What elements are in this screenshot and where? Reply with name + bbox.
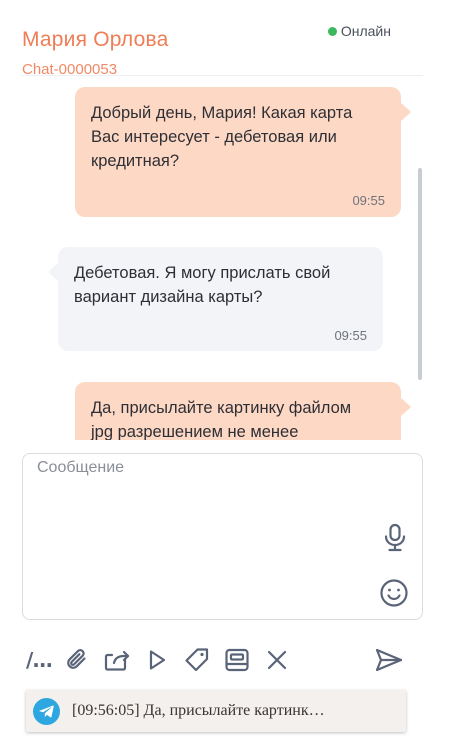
play-icon (149, 650, 166, 670)
play-button[interactable] (142, 644, 172, 676)
bubble-tail (48, 263, 58, 281)
paperclip-icon (67, 649, 86, 669)
message-time: 09:55 (352, 193, 385, 208)
mic-button[interactable] (382, 523, 408, 553)
message-text-line: Дебетовая. Я могу прислать свой (74, 264, 331, 282)
bubble-tail (401, 398, 411, 416)
emoji-icon (380, 579, 408, 607)
mic-icon (384, 523, 406, 552)
commands-button[interactable]: /... (24, 644, 54, 676)
message-list-scrollbar[interactable] (418, 168, 422, 380)
chat-header: Мария Орлова Chat-0000053 Онлайн (0, 0, 467, 78)
close-chat-button[interactable] (262, 644, 292, 676)
message-list[interactable]: Добрый день, Мария! Какая карта Вас инте… (0, 78, 467, 440)
telegram-notification[interactable]: [09:56:05] Да, присылайте картинк… (26, 690, 406, 732)
message-time: 09:55 (334, 328, 367, 343)
message-composer (22, 453, 423, 620)
online-dot-icon (327, 26, 337, 36)
notification-text: [09:56:05] Да, присылайте картинк… (72, 702, 325, 719)
send-icon (375, 648, 403, 672)
online-status: Онлайн (327, 23, 391, 39)
message-text-line: Да, присылайте картинку файлом (91, 399, 352, 417)
telegram-plane-icon (39, 705, 54, 718)
attach-button[interactable] (62, 644, 92, 676)
close-icon (267, 650, 287, 670)
tag-button[interactable] (182, 644, 212, 676)
bubble-tail (401, 103, 411, 121)
telegram-icon (33, 697, 60, 725)
message-text-line: вариант дизайна карты? (74, 288, 263, 306)
contact-name[interactable]: Мария Орлова (22, 28, 169, 52)
header-divider (22, 75, 423, 76)
message-outgoing: Да, присылайте картинку файлом jpg разре… (75, 382, 411, 440)
message-incoming: Дебетовая. Я могу прислать свой вариант … (48, 247, 383, 351)
emoji-button[interactable] (379, 578, 409, 608)
message-outgoing: Добрый день, Мария! Какая карта Вас инте… (75, 87, 411, 217)
online-status-label: Онлайн (340, 23, 391, 39)
forward-button[interactable] (102, 644, 132, 676)
message-input[interactable] (23, 454, 422, 619)
message-text-line: Добрый день, Мария! Какая карта (91, 104, 353, 122)
tag-icon (185, 648, 209, 672)
forward-icon (104, 650, 130, 671)
message-text-line: Вас интересует - дебетовая или (91, 128, 337, 146)
composer-toolbar: /... (22, 644, 406, 676)
message-text-line: кредитная? (91, 152, 180, 170)
send-button[interactable] (372, 644, 406, 676)
template-button[interactable] (222, 644, 252, 676)
message-text-line: jpg разрешением не менее (91, 423, 299, 440)
template-icon (225, 648, 249, 672)
